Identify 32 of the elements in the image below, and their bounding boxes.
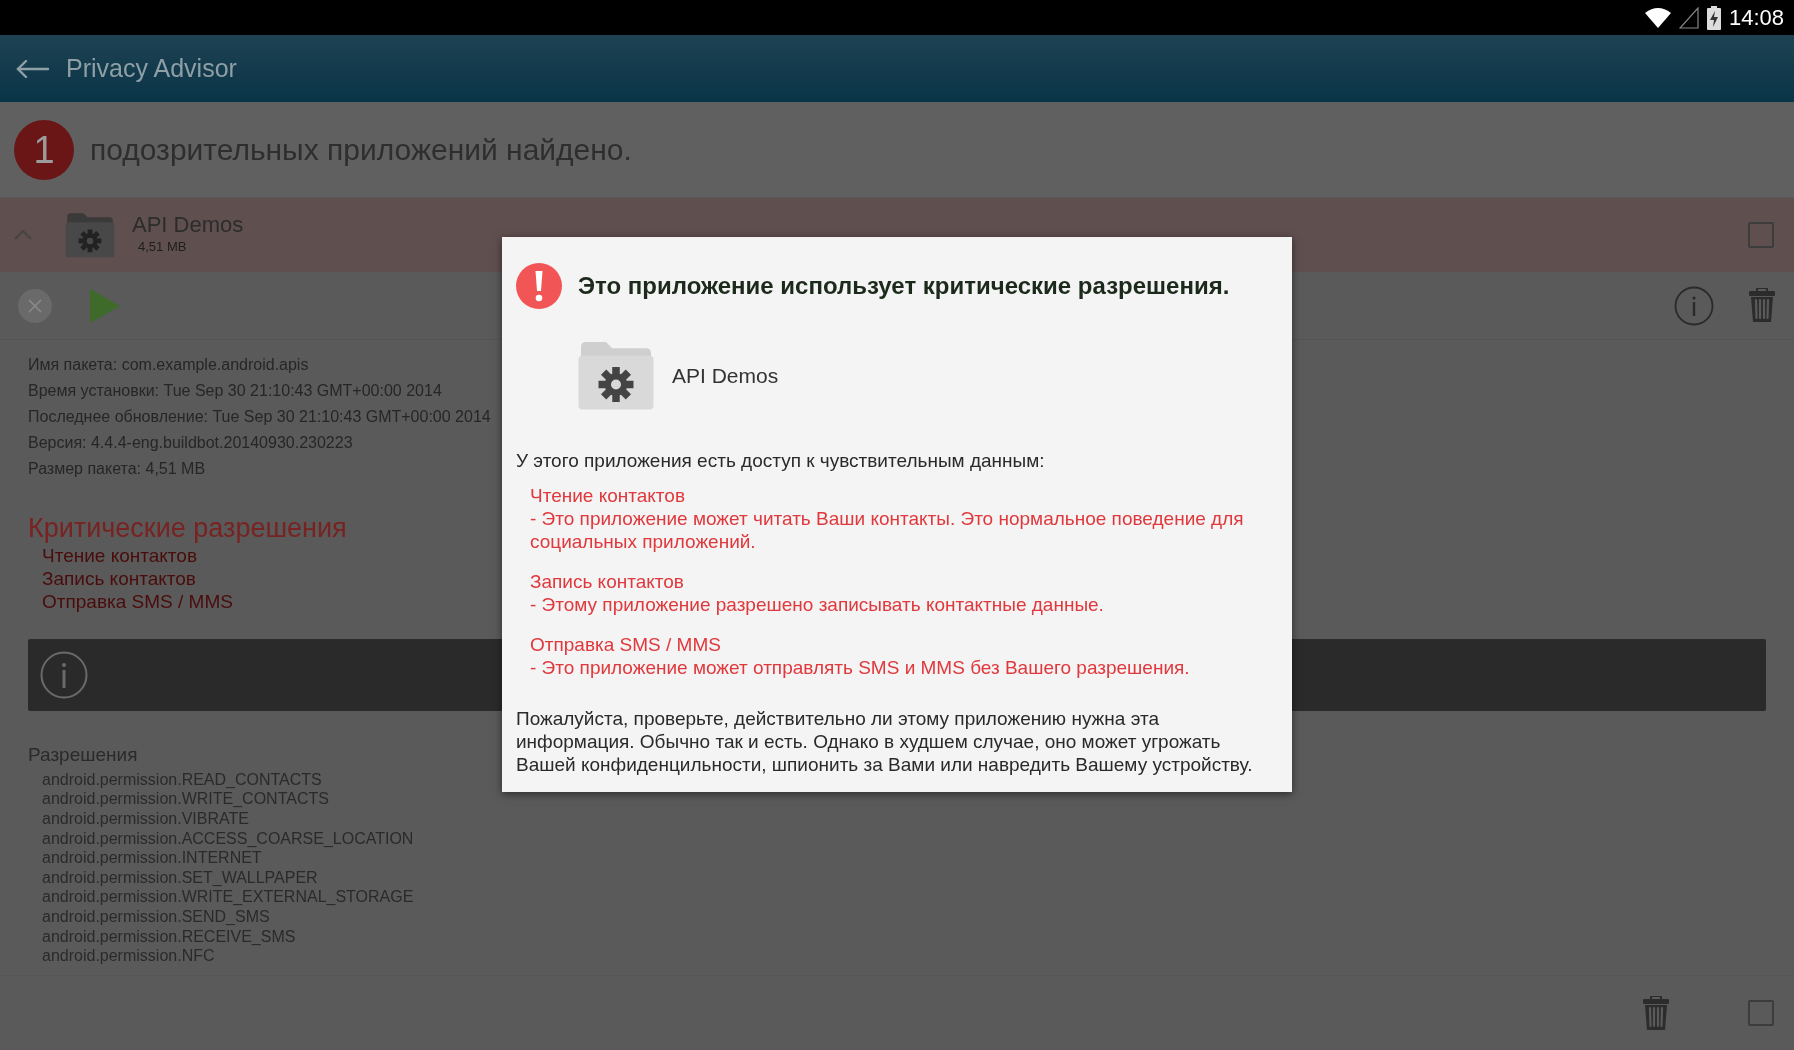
back-arrow-icon[interactable] (16, 59, 50, 78)
info-icon (40, 651, 88, 700)
permission-name: Чтение контактов (530, 483, 686, 507)
permission-name: Отправка SMS / MMS (530, 632, 722, 656)
permission-description: - Это приложение может отправлять SMS и MMS без Вашего разрешения. (530, 655, 1191, 679)
chevron-up-icon[interactable] (14, 230, 32, 240)
permission-item: Запись контактов (42, 567, 196, 591)
app-title: Privacy Advisor (66, 52, 237, 84)
permission-item: Отправка SMS / MMS (42, 590, 233, 614)
close-icon[interactable] (18, 288, 52, 323)
checkbox[interactable] (1748, 222, 1774, 248)
permission-description: - Это приложение может читать Ваши контакты. Это нормальное поведение для социальных приложений. (530, 506, 1245, 553)
signal-icon (1678, 6, 1699, 29)
battery-icon (1706, 5, 1721, 30)
dialog-title: Это приложение использует критические разрешения. (578, 271, 1230, 301)
info-icon[interactable] (1674, 285, 1714, 326)
app-size: 4,51 MB (137, 238, 188, 257)
wifi-icon (1644, 6, 1671, 29)
warning-text: Пожалуйста, проверьте, действительно ли этому приложению нужна эта информация. Обычно так и есть. Однако в худшем случае, оно может угрожать Вашей конфиденцильности, шпионить за Вами или навредить Вашему устройству. (516, 706, 1254, 776)
checkbox[interactable] (1748, 1000, 1774, 1026)
section-heading: Критические разрешения (28, 512, 347, 545)
trash-icon[interactable] (1748, 288, 1776, 323)
alert-icon (516, 263, 562, 309)
clock-time: 14:08 (1728, 4, 1784, 32)
permission-description: - Этому приложение разрешено записывать контактные данные. (530, 592, 1105, 616)
play-icon[interactable] (90, 288, 120, 323)
app-name: API Demos (672, 363, 779, 389)
permission-name: Запись контактов (530, 569, 685, 593)
count-badge: 1 (14, 119, 74, 180)
permission-item: Чтение контактов (42, 544, 197, 568)
trash-icon[interactable] (1642, 995, 1670, 1031)
intro-text: У этого приложения есть доступ к чувствительным данным: (516, 448, 1046, 472)
